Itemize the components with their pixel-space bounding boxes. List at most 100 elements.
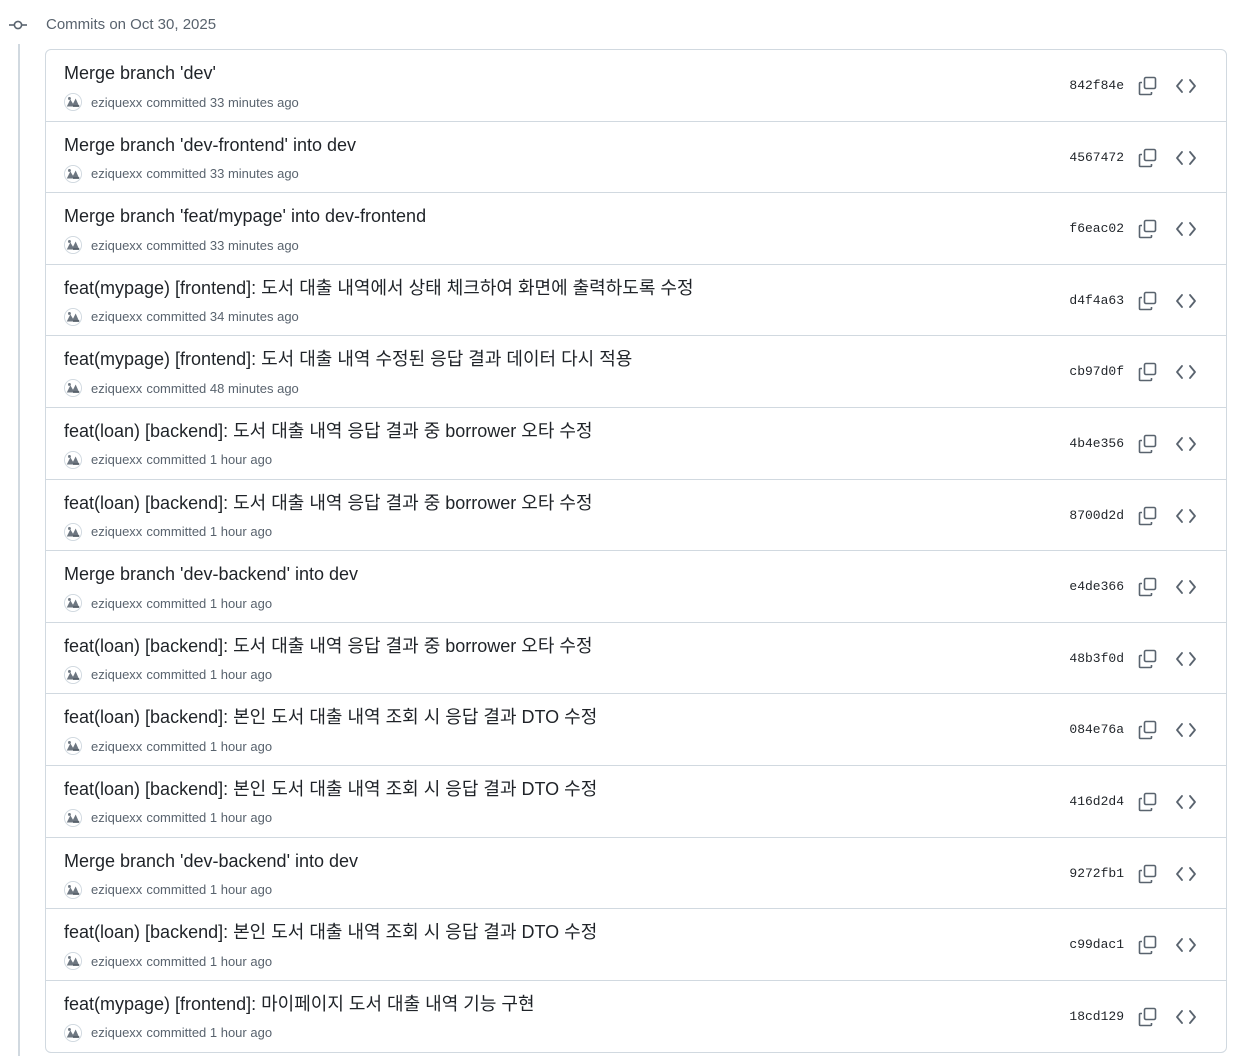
commit-row: feat(mypage) [frontend]: 마이페이지 도서 대출 내역 … [46, 981, 1226, 1053]
copy-sha-button[interactable] [1136, 289, 1160, 313]
commit-author-link[interactable]: eziquexx [91, 381, 142, 396]
commit-title-link[interactable]: feat(mypage) [frontend]: 도서 대출 내역 수정된 응답… [64, 348, 632, 370]
commit-author-link[interactable]: eziquexx [91, 882, 142, 897]
commit-author-link[interactable]: eziquexx [91, 667, 142, 682]
avatar-image-icon [65, 451, 81, 468]
commit-author-link[interactable]: eziquexx [91, 524, 142, 539]
browse-repo-button[interactable] [1174, 718, 1198, 742]
commit-title-link[interactable]: Merge branch 'dev-backend' into dev [64, 850, 358, 872]
commit-sha-link[interactable]: 9272fb1 [1069, 865, 1124, 883]
commit-time: committed 1 hour ago [146, 810, 273, 826]
commit-author-link[interactable]: eziquexx [91, 238, 142, 253]
commit-sha-link[interactable]: c99dac1 [1069, 936, 1124, 954]
commit-author-link[interactable]: eziquexx [91, 1025, 142, 1040]
commit-author-link[interactable]: eziquexx [91, 810, 142, 825]
browse-repo-button[interactable] [1174, 360, 1198, 384]
avatar[interactable] [64, 808, 82, 827]
avatar-image-icon [65, 523, 81, 540]
copy-sha-button[interactable] [1136, 575, 1160, 599]
code-icon [1176, 293, 1196, 308]
commit-sha-link[interactable]: 8700d2d [1069, 507, 1124, 525]
browse-repo-button[interactable] [1174, 790, 1198, 814]
commit-row: Merge branch 'dev' eziquexx committed 33 m… [46, 50, 1226, 122]
avatar-image-icon [65, 595, 81, 612]
avatar[interactable] [64, 379, 82, 398]
commit-sha-link[interactable]: d4f4a63 [1069, 292, 1124, 310]
commit-meta: eziquexx committed 1 hour ago [64, 808, 273, 827]
commit-sha-link[interactable]: 4567472 [1069, 149, 1124, 167]
copy-sha-button[interactable] [1136, 432, 1160, 456]
avatar[interactable] [64, 93, 82, 111]
avatar[interactable] [64, 952, 82, 971]
copy-sha-button[interactable] [1136, 790, 1160, 814]
avatar[interactable] [64, 665, 82, 684]
browse-repo-button[interactable] [1174, 74, 1198, 98]
avatar[interactable] [64, 450, 82, 469]
copy-sha-button[interactable] [1136, 718, 1160, 742]
commit-title-link[interactable]: feat(loan) [backend]: 도서 대출 내역 응답 결과 중 b… [64, 492, 593, 514]
copy-sha-button[interactable] [1136, 217, 1160, 241]
commit-sha-link[interactable]: e4de366 [1069, 578, 1124, 596]
commit-author-link[interactable]: eziquexx [91, 739, 142, 754]
commit-sha-link[interactable]: 842f84e [1069, 77, 1124, 95]
commit-sha-link[interactable]: 18cd129 [1069, 1008, 1124, 1026]
browse-repo-button[interactable] [1174, 217, 1198, 241]
browse-repo-button[interactable] [1174, 289, 1198, 313]
browse-repo-button[interactable] [1174, 432, 1198, 456]
copy-sha-button[interactable] [1136, 360, 1160, 384]
browse-repo-button[interactable] [1174, 575, 1198, 599]
avatar[interactable] [64, 307, 82, 326]
code-icon [1176, 437, 1196, 451]
commit-author-link[interactable]: eziquexx [91, 596, 142, 611]
avatar[interactable] [64, 880, 82, 899]
avatar[interactable] [64, 522, 82, 541]
commit-sha-link[interactable]: 4b4e356 [1069, 435, 1124, 453]
avatar[interactable] [64, 164, 82, 183]
copy-sha-button[interactable] [1136, 862, 1160, 886]
browse-repo-button[interactable] [1174, 933, 1198, 957]
commit-time: committed 34 minutes ago [146, 309, 299, 325]
commit-sha-link[interactable]: f6eac02 [1069, 220, 1124, 238]
commit-author-link[interactable]: eziquexx [91, 954, 142, 969]
commit-author-link[interactable]: eziquexx [91, 166, 142, 181]
commit-title-link[interactable]: feat(loan) [backend]: 도서 대출 내역 응답 결과 중 b… [64, 420, 593, 442]
commit-author-link[interactable]: eziquexx [91, 309, 142, 324]
commit-sha-link[interactable]: 084e76a [1069, 721, 1124, 739]
commit-title-link[interactable]: feat(mypage) [frontend]: 마이페이지 도서 대출 내역 … [64, 993, 535, 1015]
commit-title-link[interactable]: feat(loan) [backend]: 본인 도서 대출 내역 조회 시 응… [64, 921, 597, 943]
commit-sha-link[interactable]: 48b3f0d [1069, 650, 1124, 668]
copy-sha-button[interactable] [1136, 647, 1160, 671]
code-icon [1176, 938, 1196, 953]
avatar[interactable] [64, 236, 82, 255]
avatar-image-icon [65, 1024, 81, 1041]
browse-repo-button[interactable] [1174, 862, 1198, 886]
avatar[interactable] [64, 737, 82, 756]
commit-title-link[interactable]: Merge branch 'dev-backend' into dev [64, 563, 358, 585]
avatar-image-icon [65, 666, 81, 683]
browse-repo-button[interactable] [1174, 647, 1198, 671]
commit-title-link[interactable]: Merge branch 'dev-frontend' into dev [64, 134, 356, 156]
copy-sha-button[interactable] [1136, 146, 1160, 170]
commit-row: Merge branch 'dev-frontend' into dev eziq… [46, 122, 1226, 194]
commit-title-link[interactable]: feat(loan) [backend]: 도서 대출 내역 응답 결과 중 b… [64, 635, 593, 657]
commit-title-link[interactable]: Merge branch 'feat/mypage' into dev-fron… [64, 205, 426, 227]
browse-repo-button[interactable] [1174, 146, 1198, 170]
copy-sha-button[interactable] [1136, 504, 1160, 528]
copy-sha-button[interactable] [1136, 933, 1160, 957]
commit-title-link[interactable]: feat(loan) [backend]: 본인 도서 대출 내역 조회 시 응… [64, 706, 597, 728]
commit-title-link[interactable]: Merge branch 'dev' [64, 62, 216, 84]
commit-sha-link[interactable]: 416d2d4 [1069, 793, 1124, 811]
avatar[interactable] [64, 594, 82, 613]
commit-sha-link[interactable]: cb97d0f [1069, 363, 1124, 381]
avatar[interactable] [64, 1023, 82, 1042]
commit-author-link[interactable]: eziquexx [91, 452, 142, 467]
browse-repo-button[interactable] [1174, 504, 1198, 528]
commit-author-link[interactable]: eziquexx [91, 95, 142, 110]
copy-sha-button[interactable] [1136, 74, 1160, 98]
commit-title-link[interactable]: feat(mypage) [frontend]: 도서 대출 내역에서 상태 체… [64, 277, 694, 299]
commit-title-link[interactable]: feat(loan) [backend]: 본인 도서 대출 내역 조회 시 응… [64, 778, 597, 800]
browse-repo-button[interactable] [1174, 1005, 1198, 1029]
copy-sha-button[interactable] [1136, 1005, 1160, 1029]
copy-icon [1138, 219, 1157, 239]
avatar-image-icon [65, 94, 81, 110]
